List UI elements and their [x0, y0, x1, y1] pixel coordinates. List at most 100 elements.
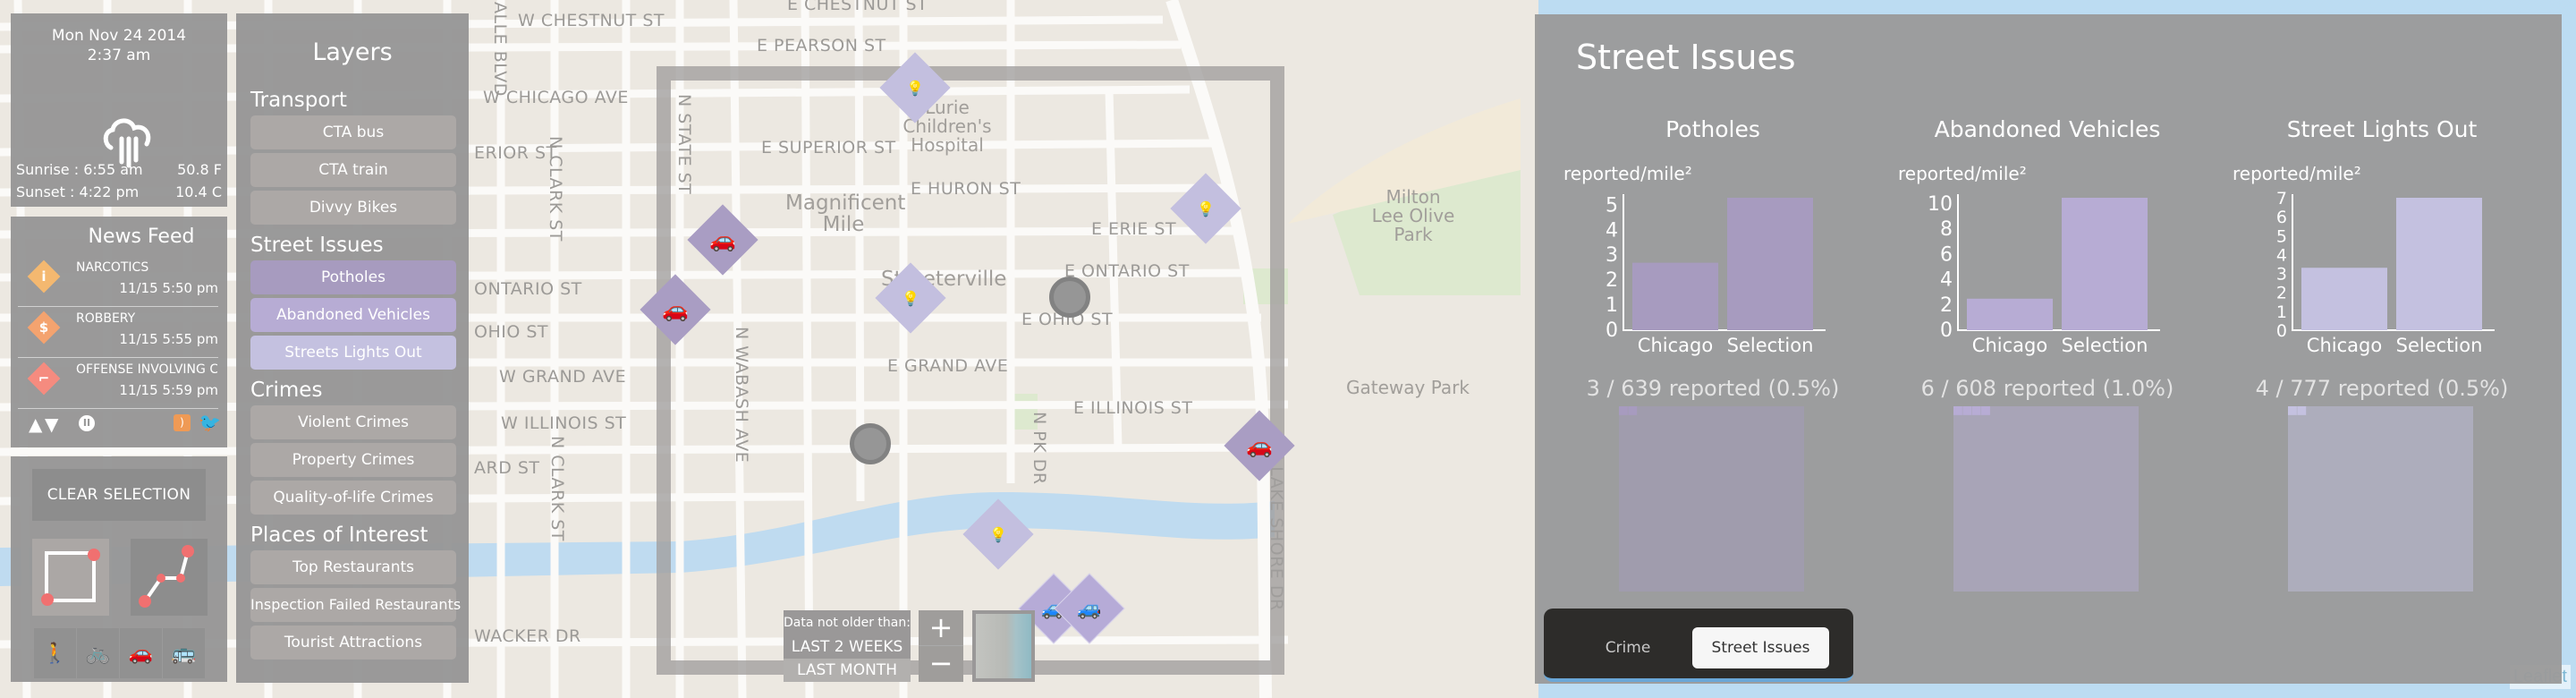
pothole-car-icon: 🚗	[1246, 433, 1273, 458]
waffle-background	[2288, 406, 2473, 592]
y-tick-label: 3	[2276, 265, 2287, 285]
panel-title: Street Issues	[1576, 38, 1796, 77]
street-label: W ILLINOIS ST	[501, 413, 627, 433]
car-mode-button[interactable]: 🚗	[120, 628, 163, 678]
reported-count: 3 / 639 reported (0.5%)	[1586, 376, 1840, 401]
layer-top-restaurants[interactable]: Top Restaurants	[250, 550, 456, 584]
layer-tourist-attractions[interactable]: Tourist Attractions	[250, 626, 456, 660]
layer-inspection-failed-restaurants[interactable]: Inspection Failed Restaurants	[250, 588, 461, 622]
street-label: WACKER DR	[474, 626, 581, 646]
pause-icon[interactable]: II	[79, 415, 95, 431]
category-tabs: Crime Street Issues	[1544, 609, 1853, 682]
layer-abandoned-vehicles[interactable]: Abandoned Vehicles	[250, 298, 456, 332]
layers-panel: Layers Transport CTA bus CTA train Divvy…	[236, 13, 469, 683]
section-places-of-interest: Places of Interest	[250, 524, 428, 547]
age-option-2-weeks[interactable]: LAST 2 WEEKS	[784, 635, 911, 659]
waffle-background	[1953, 406, 2139, 592]
section-transport: Transport	[250, 89, 347, 112]
waffle-cell-selected	[1962, 406, 1972, 415]
news-feed-panel: News Feed i NARCOTICS 11/15 5:50 pm $ RO…	[11, 217, 227, 447]
layer-street-lights-out[interactable]: Streets Lights Out	[250, 336, 456, 370]
waffle-chart	[2288, 406, 2473, 592]
bar-selection	[2396, 198, 2482, 330]
travel-mode-selector: 🚶 🚲 🚗 🚌	[34, 628, 206, 678]
street-label: W GRAND AVE	[499, 367, 627, 387]
waffle-cell-selected	[1628, 406, 1638, 415]
bar-selection	[1727, 198, 1813, 330]
lightbulb-icon: 💡	[1197, 200, 1215, 217]
layer-property-crimes[interactable]: Property Crimes	[250, 443, 456, 477]
chart-abandoned-vehicles: Abandoned Vehicles reported/mile² 0 2 4 6 8 10 C…	[1882, 104, 2213, 605]
y-tick-label: 7	[2276, 189, 2287, 209]
news-item-label: ROBBERY	[76, 311, 136, 326]
x-tick-label: Selection	[2396, 335, 2483, 356]
pothole-car-icon: 🚗	[662, 297, 689, 322]
prev-news-button[interactable]: ▲	[29, 413, 42, 435]
waffle-cell-selected	[1619, 406, 1628, 415]
next-news-button[interactable]: ▼	[45, 413, 58, 435]
waffle-chart	[1953, 406, 2139, 592]
bar-chart: 012345 Chicago Selection	[1606, 194, 1826, 356]
news-item-label: NARCOTICS	[76, 260, 149, 275]
zoom-in-button[interactable]: +	[919, 610, 963, 646]
zoom-out-button[interactable]: −	[919, 646, 963, 682]
bike-mode-button[interactable]: 🚲	[77, 628, 120, 678]
polyline-select-tool[interactable]	[131, 539, 208, 616]
layer-violent-crimes[interactable]: Violent Crimes	[250, 405, 456, 439]
chart-potholes: Potholes reported/mile² 0 1 2 3 4 5 Chicago Selec…	[1547, 104, 1878, 605]
walk-icon: 🚶	[42, 642, 68, 665]
satellite-layer-toggle[interactable]	[972, 610, 1035, 682]
pothole-marker[interactable]: 🚗	[1224, 410, 1295, 481]
gun-icon: ⌐	[38, 370, 50, 387]
temperature-f: 50.8 F	[177, 161, 222, 178]
sunset-time: Sunset : 4:22 pm	[16, 183, 140, 200]
news-item[interactable]: $ ROBBERY 11/15 5:55 pm	[18, 307, 218, 358]
rectangle-select-icon	[41, 549, 100, 606]
layer-quality-of-life-crimes[interactable]: Quality-of-life Crimes	[250, 481, 456, 515]
y-tick-label: 5	[1606, 194, 1618, 217]
tab-crime[interactable]: Crime	[1565, 627, 1690, 668]
layer-potholes[interactable]: Potholes	[250, 260, 456, 294]
bar-chicago	[2301, 268, 2387, 330]
bus-icon: 🚌	[171, 642, 197, 665]
clear-selection-button[interactable]: CLEAR SELECTION	[32, 469, 206, 521]
bus-mode-button[interactable]: 🚌	[163, 628, 206, 678]
cluster-marker[interactable]	[1049, 277, 1090, 318]
y-tick-label: 0	[2276, 321, 2287, 341]
walk-mode-button[interactable]: 🚶	[34, 628, 77, 678]
y-tick-label: 4	[2276, 245, 2287, 265]
cluster-marker[interactable]	[850, 423, 891, 464]
tab-street-issues[interactable]: Street Issues	[1692, 627, 1829, 668]
age-option-month[interactable]: LAST MONTH	[784, 659, 911, 682]
age-filter-label: Data not older than:	[784, 610, 911, 635]
waffle-cell-selected	[1981, 406, 1990, 415]
street-light-marker[interactable]: 💡	[962, 498, 1034, 570]
bike-icon: 🚲	[85, 642, 111, 665]
syringe-icon: i	[41, 268, 47, 285]
pothole-marker[interactable]: 🚗	[687, 204, 758, 276]
street-light-marker[interactable]: 💡	[1170, 173, 1241, 244]
section-crimes: Crimes	[250, 379, 323, 402]
car-icon: 🚗	[128, 642, 154, 665]
layer-divvy-bikes[interactable]: Divvy Bikes	[250, 191, 456, 225]
street-label: E CHESTNUT ST	[787, 0, 928, 14]
selection-rectangle[interactable]	[657, 66, 1284, 675]
data-age-filter: Data not older than: LAST 2 WEEKS LAST M…	[784, 610, 911, 682]
rectangle-select-tool[interactable]	[32, 539, 109, 616]
pothole-car-icon: 🚗	[709, 227, 736, 252]
street-light-marker[interactable]: 💡	[879, 52, 951, 123]
pothole-marker[interactable]: 🚗	[640, 274, 711, 345]
y-tick-label: 4	[1606, 219, 1618, 242]
layer-cta-bus[interactable]: CTA bus	[250, 115, 456, 149]
lightbulb-icon: 💡	[906, 79, 924, 97]
bar-chicago	[1967, 298, 2053, 330]
y-tick-label: 5	[2276, 226, 2287, 246]
rss-icon[interactable]: )	[174, 414, 191, 431]
twitter-icon[interactable]: 🐦	[199, 412, 221, 433]
layer-cta-train[interactable]: CTA train	[250, 153, 456, 187]
news-item[interactable]: i NARCOTICS 11/15 5:50 pm	[18, 256, 218, 307]
street-light-marker[interactable]: 💡	[875, 262, 946, 334]
news-item[interactable]: ⌐ OFFENSE INVOLVING CHILDREN 11/15 5:59 …	[18, 358, 218, 409]
street-label: ALLE BLVD	[490, 2, 510, 97]
news-item-time: 11/15 5:59 pm	[119, 382, 218, 398]
